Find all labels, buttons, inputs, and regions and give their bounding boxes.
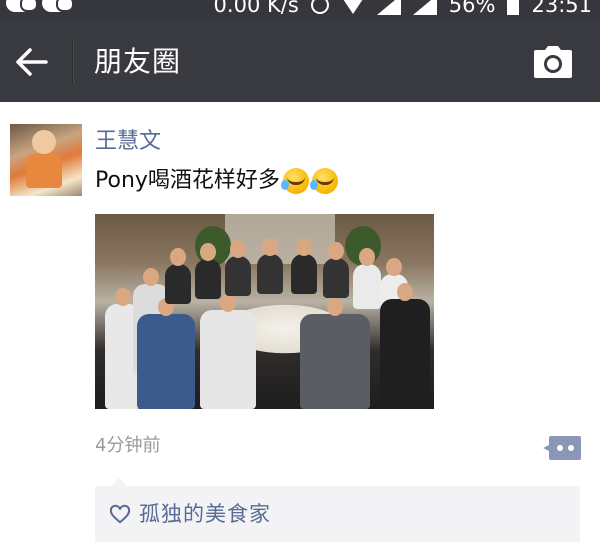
title-bar: 朋友圈 — [0, 20, 600, 102]
page-title: 朋友圈 — [94, 45, 182, 78]
photo-person — [380, 283, 430, 409]
camera-button[interactable] — [532, 44, 574, 80]
status-bar: 0.00 K/s 56% 23:51 — [0, 0, 600, 20]
signal-icon — [412, 0, 437, 15]
status-time: 23:51 — [531, 0, 592, 17]
photo-person — [225, 240, 251, 296]
photo-person — [200, 294, 256, 409]
post-text: Pony喝酒花样好多 — [95, 166, 338, 196]
battery-icon — [507, 0, 520, 15]
author-name[interactable]: 王慧文 — [95, 128, 161, 156]
photo-person — [353, 248, 381, 309]
heart-outline-icon — [109, 504, 131, 524]
camera-icon — [534, 46, 572, 78]
battery-percent: 56% — [448, 0, 496, 17]
post-photo[interactable] — [95, 214, 434, 409]
comment-dots-icon — [543, 436, 581, 460]
back-button[interactable] — [12, 42, 52, 82]
status-indicators: 0.00 K/s 56% 23:51 — [214, 0, 592, 19]
network-speed: 0.00 K/s — [213, 0, 299, 17]
avatar-face — [32, 130, 56, 154]
photo-person — [195, 243, 221, 299]
avatar-shirt — [26, 154, 62, 188]
like-user-name[interactable]: 孤独的美食家 — [139, 500, 271, 528]
laughing-crying-emoji — [309, 168, 338, 194]
post-text-content: Pony喝酒花样好多 — [95, 168, 280, 193]
laughing-crying-emoji — [280, 168, 309, 194]
wifi-icon — [340, 0, 365, 14]
notification-icons — [6, 0, 74, 12]
signal-icon — [376, 0, 401, 15]
avatar[interactable] — [10, 124, 82, 196]
photo-person — [165, 248, 191, 304]
moment-post: 王慧文 Pony喝酒花样好多 4分钟前 孤独的美食家 — [0, 102, 600, 542]
wechat-icon — [6, 0, 38, 12]
photo-person — [300, 298, 370, 409]
title-divider — [72, 40, 73, 84]
photo-person — [257, 238, 283, 294]
wechat-icon — [42, 0, 74, 12]
likes-panel: 孤独的美食家 — [95, 478, 580, 542]
photo-person — [323, 242, 349, 298]
post-time: 4分钟前 — [95, 435, 161, 456]
comment-button[interactable] — [543, 436, 581, 460]
clock-icon — [310, 0, 329, 14]
photo-person — [291, 238, 317, 294]
photo-person — [137, 298, 195, 409]
arrow-left-icon — [16, 48, 48, 76]
